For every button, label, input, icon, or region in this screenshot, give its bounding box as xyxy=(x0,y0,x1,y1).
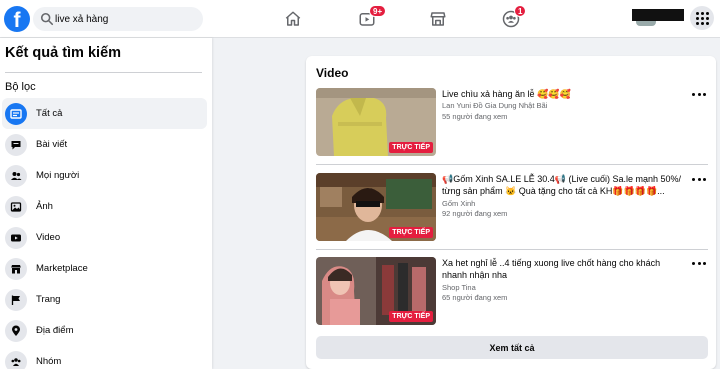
sidebar-item-all[interactable]: Tất cả xyxy=(2,98,207,129)
sidebar-item-label: Địa điểm xyxy=(36,325,74,336)
marketplace-icon xyxy=(5,257,27,280)
search-input[interactable] xyxy=(55,10,195,28)
photos-icon xyxy=(5,195,27,218)
sidebar-item-label: Marketplace xyxy=(36,263,88,274)
video-thumbnail[interactable]: TRỰC TIẾP xyxy=(316,88,436,156)
store-icon xyxy=(430,12,446,26)
nav-tab-groups[interactable]: 1 xyxy=(481,5,541,32)
video-channel[interactable]: Shop Tina xyxy=(442,283,476,292)
home-icon xyxy=(285,11,301,26)
section-title: Video xyxy=(316,66,349,80)
sidebar-item-label: Trang xyxy=(36,294,61,305)
video-result-item[interactable]: TRỰC TIẾP Xa het nghỉ lễ ..4 tiếng xuong… xyxy=(316,257,708,327)
sidebar-item-groups[interactable]: Nhóm xyxy=(2,346,207,369)
video-icon xyxy=(5,226,27,249)
video-title[interactable]: Xa het nghỉ lễ ..4 tiếng xuong live chốt… xyxy=(442,257,682,281)
video-thumbnail[interactable]: TRỰC TIẾP xyxy=(316,257,436,325)
video-result-item[interactable]: TRỰC TIẾP 📢Gốm Xinh SA.LE LỄ 30.4📢 (Live… xyxy=(316,173,708,243)
video-viewer-count: 55 người đang xem xyxy=(442,112,508,121)
redacted-profile[interactable] xyxy=(632,9,684,21)
menu-grid-button[interactable] xyxy=(690,6,714,30)
video-viewer-count: 92 người đang xem xyxy=(442,209,508,218)
sidebar-divider xyxy=(5,72,202,73)
top-navigation-bar: f 9+ 1 xyxy=(0,0,720,38)
video-thumbnail[interactable]: TRỰC TIẾP xyxy=(316,173,436,241)
search-box[interactable] xyxy=(33,7,203,31)
video-viewer-count: 65 người đang xem xyxy=(442,293,508,302)
profile-avatar-edge xyxy=(636,21,656,26)
sidebar-item-label: Video xyxy=(36,232,61,243)
sidebar-item-marketplace[interactable]: Marketplace xyxy=(2,253,207,284)
sidebar-item-label: Ảnh xyxy=(36,201,53,212)
sidebar-item-posts[interactable]: Bài viết xyxy=(2,129,207,160)
sidebar-item-places[interactable]: Địa điểm xyxy=(2,315,207,346)
live-badge: TRỰC TIẾP xyxy=(389,311,433,322)
watch-notification-badge: 9+ xyxy=(369,5,387,17)
video-title[interactable]: Live chìu xả hàng ăn lễ 🥰🥰🥰 xyxy=(442,88,682,100)
sidebar-item-photos[interactable]: Ảnh xyxy=(2,191,207,222)
sidebar-item-people[interactable]: Mọi người xyxy=(2,160,207,191)
posts-icon xyxy=(5,133,27,156)
more-options-button[interactable] xyxy=(692,260,706,266)
all-results-icon xyxy=(5,102,27,125)
groups-notification-badge: 1 xyxy=(514,5,527,17)
see-all-button[interactable]: Xem tất cả xyxy=(316,336,708,359)
sidebar-item-label: Nhóm xyxy=(36,356,62,367)
video-channel[interactable]: Lan Yuni Đồ Gia Dụng Nhật Bãi xyxy=(442,101,547,110)
facebook-logo[interactable]: f xyxy=(4,6,30,32)
sidebar-item-label: Bài viết xyxy=(36,139,68,150)
sidebar-item-video[interactable]: Video xyxy=(2,222,207,253)
video-results-card: Video TRỰC TIẾP Live chìu xả hàng ăn lễ … xyxy=(306,56,716,369)
more-options-button[interactable] xyxy=(692,176,706,182)
filter-label: Bộ lọc xyxy=(5,81,36,93)
page-title: Kết quả tìm kiếm xyxy=(5,45,122,61)
row-divider xyxy=(316,249,708,250)
sidebar-item-label: Mọi người xyxy=(36,170,80,181)
video-channel[interactable]: Gốm Xinh xyxy=(442,199,475,208)
row-divider xyxy=(316,164,708,165)
video-result-item[interactable]: TRỰC TIẾP Live chìu xả hàng ăn lễ 🥰🥰🥰 La… xyxy=(316,88,708,158)
nav-tab-home[interactable] xyxy=(263,6,323,32)
live-badge: TRỰC TIẾP xyxy=(389,142,433,153)
more-options-button[interactable] xyxy=(692,91,706,97)
nav-tab-marketplace[interactable] xyxy=(408,6,468,32)
location-icon xyxy=(5,319,27,342)
groups-icon xyxy=(5,350,27,369)
sidebar-item-label: Tất cả xyxy=(36,108,63,119)
nav-tab-watch[interactable]: 9+ xyxy=(337,5,397,32)
video-title[interactable]: 📢Gốm Xinh SA.LE LỄ 30.4📢 (Live cuối) Sa.… xyxy=(442,173,682,197)
people-icon xyxy=(5,164,27,187)
sidebar-item-pages[interactable]: Trang xyxy=(2,284,207,315)
search-results-sidebar: Kết quả tìm kiếm Bộ lọc Tất cả Bài viết … xyxy=(0,38,212,369)
search-icon xyxy=(40,12,54,26)
live-badge: TRỰC TIẾP xyxy=(389,227,433,238)
flag-icon xyxy=(5,288,27,311)
